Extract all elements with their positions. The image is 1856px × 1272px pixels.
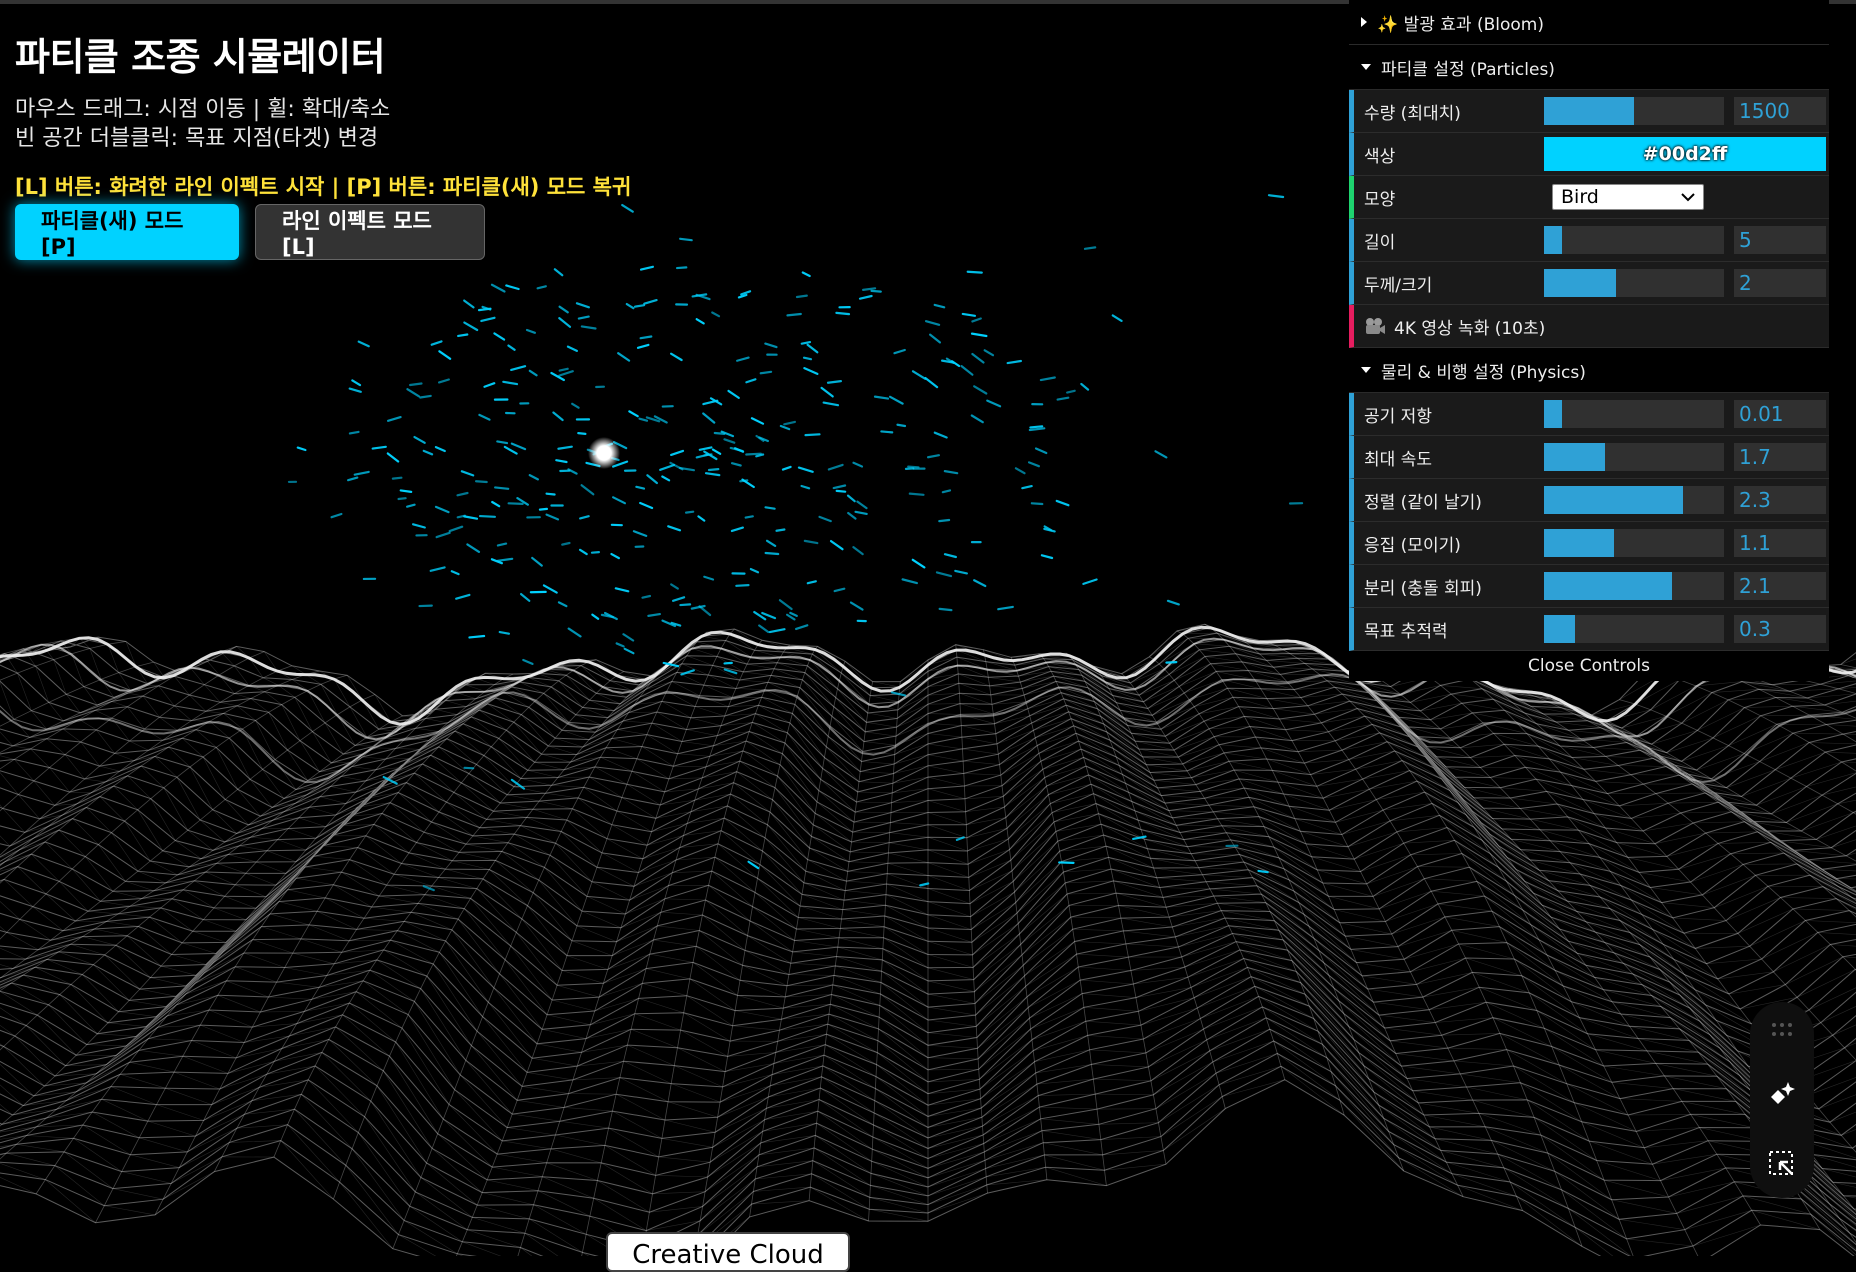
count-slider[interactable] [1544, 97, 1724, 125]
particle-mode-button[interactable]: 파티클(새) 모드 [P] [15, 204, 239, 260]
floating-toolbar [1750, 1002, 1814, 1198]
physics-slider-fill [1544, 615, 1575, 643]
select-icon[interactable] [1768, 1150, 1796, 1178]
physics-input[interactable]: 1.1 [1734, 529, 1826, 557]
physics-control: 목표 추적력 0.3 [1349, 608, 1829, 651]
thickness-label: 두께/크기 [1354, 271, 1544, 296]
length-input[interactable]: 5 [1734, 226, 1826, 254]
creative-cloud-tab[interactable]: Creative Cloud [606, 1232, 850, 1272]
physics-control: 정렬 (같이 날기) 2.3 [1349, 479, 1829, 522]
physics-folder-header[interactable]: 물리 & 비행 설정 (Physics) [1349, 348, 1829, 393]
info-overlay: 파티클 조종 시뮬레이터 마우스 드래그: 시점 이동 | 휠: 확대/축소 빈… [15, 26, 631, 201]
count-input[interactable]: 1500 [1734, 97, 1826, 125]
physics-label: 응집 (모이기) [1354, 531, 1544, 556]
length-slider-fill [1544, 226, 1562, 254]
physics-input[interactable]: 2.3 [1734, 486, 1826, 514]
bloom-folder-title: ✨ 발광 효과 (Bloom) [1377, 10, 1544, 35]
particles-folder-header[interactable]: 파티클 설정 (Particles) [1349, 45, 1829, 90]
physics-slider-fill [1544, 572, 1672, 600]
shape-control: 모양 Bird [1349, 176, 1829, 219]
length-label: 길이 [1354, 228, 1544, 253]
thickness-control: 두께/크기 2 [1349, 262, 1829, 305]
sparkle-icon[interactable] [1767, 1079, 1797, 1109]
physics-slider-fill [1544, 486, 1683, 514]
physics-label: 최대 속도 [1354, 445, 1544, 470]
physics-input[interactable]: 0.3 [1734, 615, 1826, 643]
physics-controls: 공기 저항 0.01 최대 속도 1.7 정렬 (같이 날기) 2.3 응집 (모이기) 1.… [1349, 393, 1829, 651]
count-label: 수량 (최대치) [1354, 99, 1544, 124]
mode-hint: [L] 버튼: 화려한 라인 이펙트 시작 | [P] 버튼: 파티클(새) 모… [15, 171, 631, 201]
color-label: 색상 [1354, 142, 1544, 167]
physics-control: 최대 속도 1.7 [1349, 436, 1829, 479]
physics-slider[interactable] [1544, 486, 1724, 514]
color-picker[interactable]: #00d2ff [1544, 137, 1826, 171]
chevron-down-icon [1361, 367, 1371, 373]
physics-slider[interactable] [1544, 400, 1724, 428]
physics-input[interactable]: 0.01 [1734, 400, 1826, 428]
close-controls-button[interactable]: Close Controls [1349, 651, 1829, 681]
line-mode-button[interactable]: 라인 이펙트 모드 [L] [255, 204, 485, 260]
physics-slider[interactable] [1544, 443, 1724, 471]
bloom-folder-header[interactable]: ✨ 발광 효과 (Bloom) [1349, 0, 1829, 45]
thickness-slider[interactable] [1544, 269, 1724, 297]
count-control: 수량 (최대치) 1500 [1349, 90, 1829, 133]
physics-slider[interactable] [1544, 572, 1724, 600]
physics-control: 분리 (충돌 회피) 2.1 [1349, 565, 1829, 608]
physics-control: 응집 (모이기) 1.1 [1349, 522, 1829, 565]
chevron-down-icon [1361, 64, 1371, 70]
length-slider[interactable] [1544, 226, 1724, 254]
thickness-input[interactable]: 2 [1734, 269, 1826, 297]
count-slider-fill [1544, 97, 1634, 125]
chevron-right-icon [1361, 17, 1367, 27]
physics-slider[interactable] [1544, 529, 1724, 557]
physics-control: 공기 저항 0.01 [1349, 393, 1829, 436]
chevron-down-icon [1681, 193, 1695, 202]
color-control: 색상 #00d2ff [1349, 133, 1829, 176]
help-line-doubleclick: 빈 공간 더블클릭: 목표 지점(타겟) 변경 [15, 124, 631, 153]
physics-slider-fill [1544, 529, 1614, 557]
camera-icon [1364, 317, 1386, 335]
physics-label: 정렬 (같이 날기) [1354, 488, 1544, 513]
physics-label: 목표 추적력 [1354, 617, 1544, 642]
particles-folder-title: 파티클 설정 (Particles) [1381, 55, 1555, 80]
thickness-slider-fill [1544, 269, 1616, 297]
wireframe-terrain [0, 624, 1856, 1256]
physics-label: 분리 (충돌 회피) [1354, 574, 1544, 599]
physics-input[interactable]: 1.7 [1734, 443, 1826, 471]
length-control: 길이 5 [1349, 219, 1829, 262]
target-point [588, 437, 620, 469]
physics-slider-fill [1544, 400, 1562, 428]
page-title: 파티클 조종 시뮬레이터 [15, 26, 631, 81]
physics-folder-title: 물리 & 비행 설정 (Physics) [1381, 358, 1586, 383]
grip-icon[interactable] [1771, 1022, 1793, 1038]
record-button[interactable]: 4K 영상 녹화 (10초) [1349, 305, 1829, 348]
shape-select-value: Bird [1561, 186, 1599, 208]
physics-slider[interactable] [1544, 615, 1724, 643]
physics-label: 공기 저항 [1354, 402, 1544, 427]
help-line-drag: 마우스 드래그: 시점 이동 | 휠: 확대/축소 [15, 95, 631, 124]
physics-input[interactable]: 2.1 [1734, 572, 1826, 600]
record-label: 4K 영상 녹화 (10초) [1394, 314, 1545, 339]
shape-select[interactable]: Bird [1552, 184, 1704, 210]
mode-buttons: 파티클(새) 모드 [P] 라인 이펙트 모드 [L] [15, 204, 485, 260]
shape-label: 모양 [1354, 185, 1544, 210]
physics-slider-fill [1544, 443, 1605, 471]
controls-panel: ✨ 발광 효과 (Bloom) 파티클 설정 (Particles) 수량 (최… [1349, 0, 1829, 681]
